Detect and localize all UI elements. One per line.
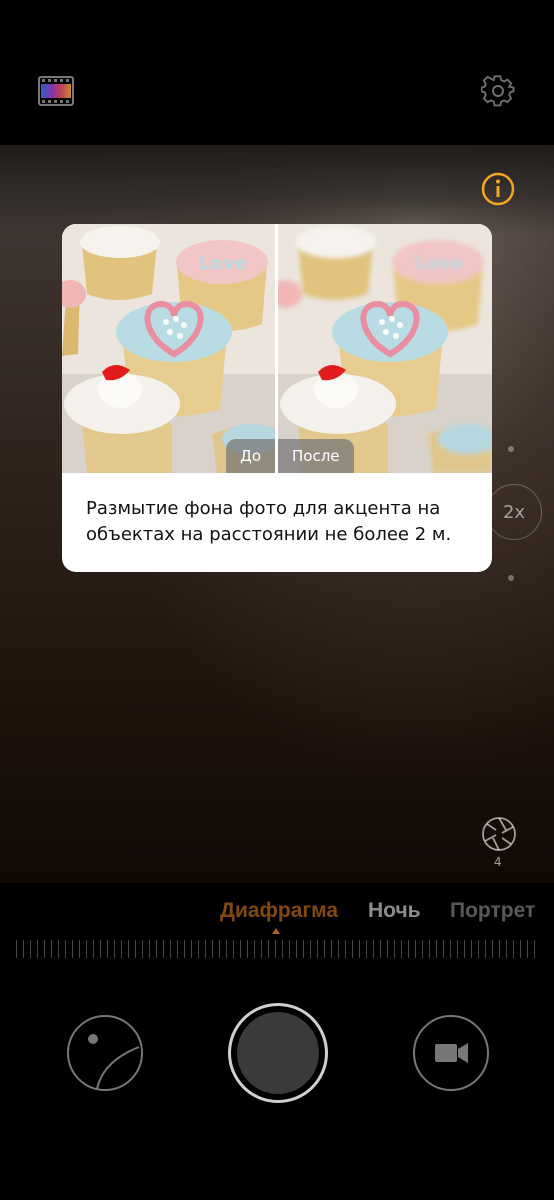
aperture-value: 4 [494, 855, 502, 869]
mode-ruler [16, 940, 538, 958]
mode-selector: Диафрагма Ночь Портрет [0, 895, 554, 931]
mode-indicator [272, 928, 280, 934]
aperture-icon[interactable] [480, 815, 518, 853]
tooltip-description: Размытие фона фото для акцента на объект… [86, 498, 452, 545]
film-strip-icon[interactable] [36, 74, 76, 108]
mode-aperture[interactable]: Диафрагма [220, 899, 338, 923]
shutter-inner [237, 1012, 319, 1094]
info-icon[interactable] [480, 171, 516, 207]
after-photo: Love После [278, 224, 492, 473]
before-label: До [226, 439, 275, 473]
svg-text:Love: Love [199, 253, 247, 274]
zoom-button[interactable]: 2x [486, 484, 542, 540]
after-label: После [278, 439, 354, 473]
mode-night[interactable]: Ночь [368, 899, 421, 923]
gallery-thumbnail-icon[interactable] [67, 1015, 143, 1091]
mode-portrait[interactable]: Портрет [450, 899, 535, 923]
svg-text:Love: Love [415, 253, 463, 274]
aperture-tooltip-card: Love До Love После Размытие фона фото дл… [62, 224, 492, 572]
shutter-button[interactable] [228, 1003, 328, 1103]
top-bar [0, 0, 554, 145]
before-photo: Love До [62, 224, 275, 473]
gear-icon[interactable] [480, 73, 516, 109]
zoom-dot-bottom [508, 575, 514, 581]
zoom-dot-top [508, 446, 514, 452]
video-camera-icon[interactable] [413, 1015, 489, 1091]
